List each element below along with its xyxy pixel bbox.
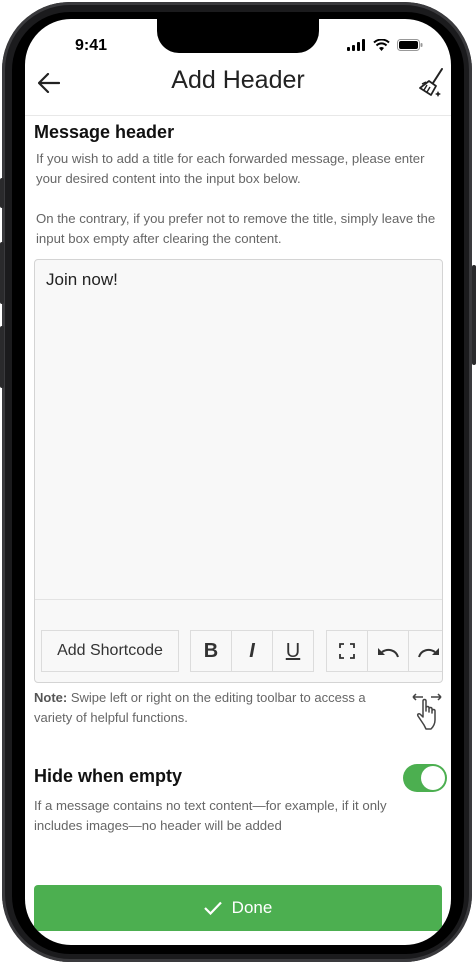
redo-button[interactable]	[408, 630, 442, 672]
status-time: 9:41	[75, 37, 108, 54]
editor-content[interactable]: Join now!	[46, 270, 118, 290]
underline-button[interactable]: U	[272, 630, 314, 672]
bold-button[interactable]: B	[190, 630, 232, 672]
broom-icon	[419, 68, 443, 97]
undo-icon	[378, 648, 399, 658]
hide-when-empty-title: Hide when empty	[34, 766, 183, 786]
volume-up-button	[0, 242, 4, 304]
header-editor[interactable]: Join now! Add Shortcode B I U	[34, 259, 443, 683]
editor-divider	[35, 599, 442, 600]
volume-down-button	[0, 326, 4, 388]
redo-icon	[418, 648, 439, 658]
check-icon	[203, 901, 222, 915]
fullscreen-button[interactable]	[326, 630, 368, 672]
message-header-description: If you wish to add a title for each forw…	[36, 151, 425, 186]
wifi-icon	[373, 39, 390, 51]
note-body: Swipe left or right on the editing toolb…	[34, 690, 366, 725]
editor-toolbar[interactable]: Add Shortcode B I U	[41, 630, 442, 672]
screen: 9:41 Add Header Message header If you wi…	[25, 19, 451, 945]
battery-icon	[397, 39, 423, 51]
toggle-knob	[421, 766, 445, 790]
notch	[157, 19, 319, 53]
page-title: Add Header	[171, 66, 305, 94]
message-header-title: Message header	[34, 122, 175, 142]
italic-button[interactable]: I	[231, 630, 273, 672]
app-bar-divider	[25, 115, 451, 116]
status-icons	[347, 39, 423, 51]
silent-switch	[0, 178, 4, 208]
undo-button[interactable]	[367, 630, 409, 672]
swipe-hand-icon	[412, 693, 442, 730]
note-label: Note:	[34, 690, 68, 705]
app-bar: Add Header	[25, 59, 451, 115]
hide-when-empty-description: If a message contains no text content—fo…	[34, 798, 387, 833]
hide-when-empty-toggle[interactable]	[403, 764, 447, 792]
add-shortcode-button[interactable]: Add Shortcode	[41, 630, 179, 672]
signal-icon	[347, 39, 365, 51]
clear-button[interactable]	[417, 67, 447, 99]
done-label: Done	[231, 898, 273, 917]
message-header-description-2: On the contrary, if you prefer not to re…	[36, 211, 436, 246]
note-text: Note: Swipe left or right on the editing…	[34, 688, 404, 728]
fullscreen-icon	[339, 643, 355, 659]
power-button	[472, 265, 476, 365]
done-button[interactable]: Done	[34, 885, 442, 931]
phone-frame: 9:41 Add Header Message header If you wi…	[0, 0, 476, 966]
